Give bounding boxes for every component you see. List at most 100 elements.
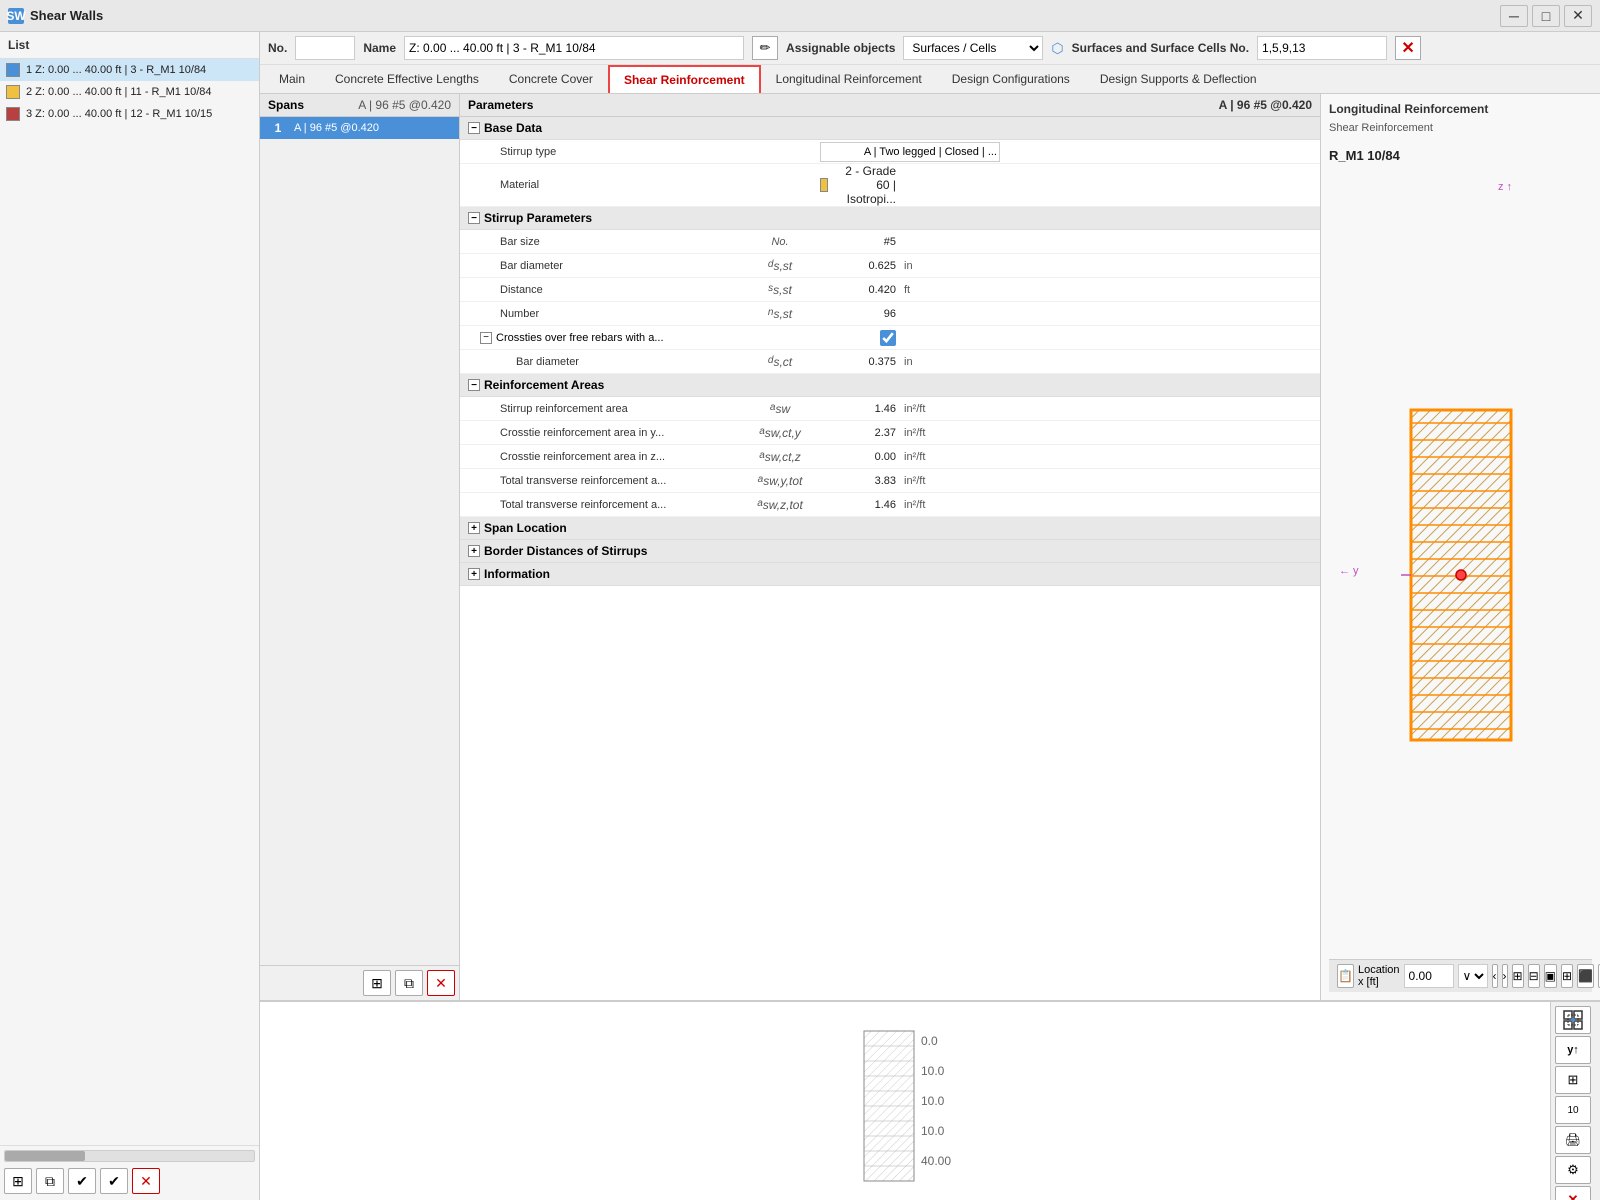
list-item-text-2: 2 Z: 0.00 ... 40.00 ft | 11 - R_M1 10/84 — [26, 86, 211, 98]
section-border-distances[interactable]: + Border Distances of Stirrups — [460, 540, 1320, 563]
assignable-objects-select[interactable]: Surfaces / Cells — [903, 36, 1043, 60]
close-bottom-button[interactable]: ✕ — [1555, 1186, 1591, 1200]
tab-bar: Main Concrete Effective Lengths Concrete… — [260, 65, 1600, 94]
span-add-button[interactable]: ⊞ — [363, 970, 391, 996]
list-color-1 — [6, 63, 20, 77]
no-input[interactable] — [295, 36, 355, 60]
param-row-bar-diameter: Bar diameter ds,st 0.625 in — [460, 254, 1320, 278]
list-item[interactable]: 2 Z: 0.00 ... 40.00 ft | 11 - R_M1 10/84 — [0, 81, 259, 103]
y-axis-button[interactable]: y↑ — [1555, 1036, 1591, 1064]
tab-concrete-eff[interactable]: Concrete Effective Lengths — [320, 65, 494, 93]
param-val-stirrup-type — [820, 142, 900, 162]
params-header: Parameters A | 96 #5 @0.420 — [460, 94, 1320, 117]
param-val-total-z: 1.46 — [820, 499, 900, 511]
list-item[interactable]: 3 Z: 0.00 ... 40.00 ft | 12 - R_M1 10/15 — [0, 103, 259, 125]
surface-clear-button[interactable]: ✕ — [1395, 36, 1421, 60]
viz-view2-button[interactable]: ⊞ — [1561, 964, 1573, 988]
delete-button[interactable]: ✕ — [132, 1168, 160, 1194]
span-copy-button[interactable]: ⧉ — [395, 970, 423, 996]
params-header-value: A | 96 #5 @0.420 — [1219, 98, 1312, 112]
spans-footer: ⊞ ⧉ ✕ — [260, 965, 459, 1000]
edit-name-button[interactable]: ✏ — [752, 36, 778, 60]
list-color-3 — [6, 107, 20, 121]
viz-prev-button[interactable]: ‹ — [1492, 964, 1498, 988]
viz-view3-button[interactable]: ⬛ — [1577, 964, 1594, 988]
section-label-border-distances: Border Distances of Stirrups — [484, 544, 647, 558]
viz-view1-button[interactable]: ▣ — [1544, 964, 1557, 988]
zoom-fit-button[interactable]: ⊞ — [1555, 1066, 1591, 1094]
section-toggle-base-data[interactable]: − — [468, 122, 480, 134]
tab-design-supp[interactable]: Design Supports & Deflection — [1085, 65, 1272, 93]
viz-next-button[interactable]: › — [1502, 964, 1508, 988]
scale-label-0: 0.0 — [921, 1034, 951, 1048]
param-val-ct-y: 2.37 — [820, 427, 900, 439]
settings-bottom-button[interactable]: ⚙ — [1555, 1156, 1591, 1184]
viz-filter2-button[interactable]: ⊟ — [1528, 964, 1540, 988]
param-symbol-distance: ss,st — [740, 283, 820, 297]
param-label-total-y: Total transverse reinforcement a... — [460, 472, 740, 490]
spans-panel: Spans A | 96 #5 @0.420 1 A | 96 #5 @0.42… — [260, 94, 460, 1000]
surface-cells-input[interactable] — [1257, 36, 1387, 60]
viz-canvas: z ↑ ← y — [1329, 171, 1592, 959]
tab-design-conf[interactable]: Design Configurations — [937, 65, 1085, 93]
span-item[interactable]: 1 A | 96 #5 @0.420 — [260, 117, 459, 139]
section-toggle-border-distances[interactable]: + — [468, 545, 480, 557]
list-scrollbar[interactable] — [4, 1150, 255, 1162]
grid-view-button[interactable] — [1555, 1006, 1591, 1034]
param-unit-total-y: in²/ft — [900, 475, 960, 487]
param-label-material: Material — [460, 176, 740, 194]
section-base-data[interactable]: − Base Data — [460, 117, 1320, 140]
param-unit-bar-diam: in — [900, 260, 960, 272]
param-row-crosstie-diam: Bar diameter ds,ct 0.375 in — [460, 350, 1320, 374]
main-container: List 1 Z: 0.00 ... 40.00 ft | 3 - R_M1 1… — [0, 32, 1600, 1200]
name-input[interactable] — [404, 36, 744, 60]
tab-concrete-cover[interactable]: Concrete Cover — [494, 65, 608, 93]
viz-panel: Longitudinal Reinforcement Shear Reinfor… — [1320, 94, 1600, 1000]
crossties-checkbox[interactable] — [880, 330, 896, 346]
span-delete-button[interactable]: ✕ — [427, 970, 455, 996]
app-icon: SW — [8, 8, 24, 24]
param-label-stirrup-type: Stirrup type — [460, 143, 740, 161]
viz-filter-button[interactable]: ⊞ — [1512, 964, 1524, 988]
list-header: List — [0, 32, 259, 59]
minimize-button[interactable]: ─ — [1500, 5, 1528, 27]
section-span-location[interactable]: + Span Location — [460, 517, 1320, 540]
new-item-button[interactable]: ⊞ — [4, 1168, 32, 1194]
param-symbol-total-y: asw,y,tot — [740, 474, 820, 488]
section-toggle-stirrup-params[interactable]: − — [468, 212, 480, 224]
scale-button[interactable]: 10 — [1555, 1096, 1591, 1124]
print-bottom-button[interactable]: 🖨 — [1555, 1126, 1591, 1154]
tab-shear-reinf[interactable]: Shear Reinforcement — [608, 65, 761, 93]
section-toggle-reinf-areas[interactable]: − — [468, 379, 480, 391]
viz-unit-select[interactable]: ∨ — [1458, 964, 1488, 988]
param-symbol-ct-y: asw,ct,y — [740, 426, 820, 440]
section-information[interactable]: + Information — [460, 563, 1320, 586]
param-val-crosstie-diam: 0.375 — [820, 356, 900, 368]
param-label-crosstie-diam: Bar diameter — [460, 353, 740, 371]
section-reinf-areas[interactable]: − Reinforcement Areas — [460, 374, 1320, 397]
list-item-text-3: 3 Z: 0.00 ... 40.00 ft | 12 - R_M1 10/15 — [26, 108, 212, 120]
param-label-ct-z: Crosstie reinforcement area in z... — [460, 448, 740, 466]
check-button-1[interactable]: ✔ — [68, 1168, 96, 1194]
viz-export-button[interactable]: 📋 — [1337, 964, 1354, 988]
section-stirrup-params[interactable]: − Stirrup Parameters — [460, 207, 1320, 230]
param-row-total-y: Total transverse reinforcement a... asw,… — [460, 469, 1320, 493]
crossties-toggle[interactable]: − — [480, 332, 492, 344]
bottom-right-tools: y↑ ⊞ 10 🖨 ⚙ ✕ — [1550, 1002, 1600, 1200]
param-val-crossties — [820, 330, 900, 346]
list-item[interactable]: 1 Z: 0.00 ... 40.00 ft | 3 - R_M1 10/84 — [0, 59, 259, 81]
section-toggle-span-location[interactable]: + — [468, 522, 480, 534]
scale-label-30: 10.0 — [921, 1124, 951, 1138]
maximize-button[interactable]: □ — [1532, 5, 1560, 27]
close-button[interactable]: ✕ — [1564, 5, 1592, 27]
stirrup-type-input[interactable] — [820, 142, 1000, 162]
param-unit-total-z: in²/ft — [900, 499, 960, 511]
param-label-total-z: Total transverse reinforcement a... — [460, 496, 740, 514]
spans-header-label: Spans — [268, 98, 304, 112]
copy-button[interactable]: ⧉ — [36, 1168, 64, 1194]
tab-long-reinf[interactable]: Longitudinal Reinforcement — [761, 65, 937, 93]
tab-main[interactable]: Main — [264, 65, 320, 93]
check-button-2[interactable]: ✔ — [100, 1168, 128, 1194]
viz-location-input[interactable] — [1404, 964, 1454, 988]
section-toggle-information[interactable]: + — [468, 568, 480, 580]
